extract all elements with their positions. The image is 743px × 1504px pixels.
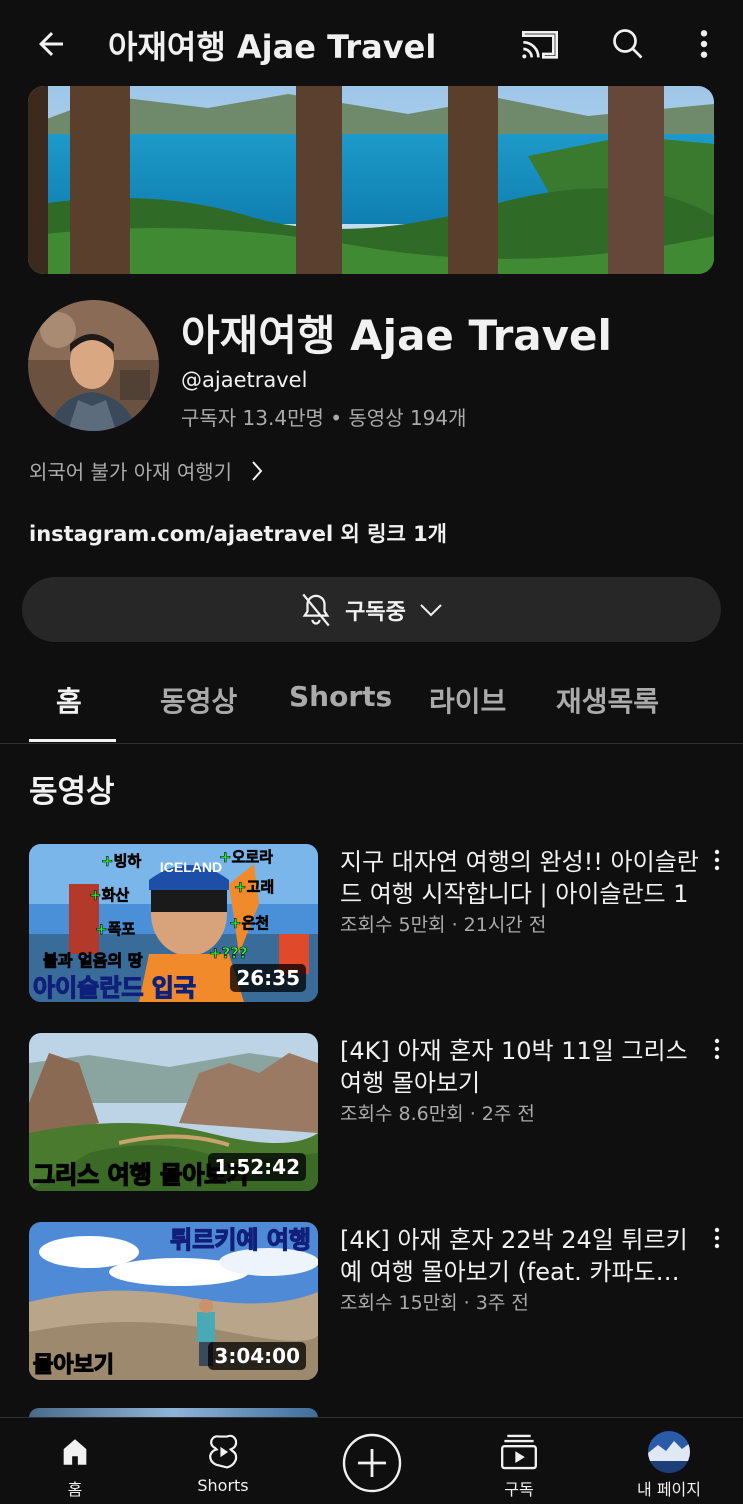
tab-shorts[interactable]: Shorts xyxy=(289,680,392,713)
svg-text:불과 얼음의 땅: 불과 얼음의 땅 xyxy=(43,951,143,970)
nav-you[interactable]: 내 페이지 xyxy=(614,1418,724,1504)
shorts-icon xyxy=(209,1434,238,1469)
video-thumbnail[interactable]: 튀르키예 여행 몰아보기 3:04:00 xyxy=(29,1222,318,1380)
video-duration: 26:35 xyxy=(230,964,306,992)
subscribed-button[interactable]: 구독중 xyxy=(22,577,721,642)
channel-banner xyxy=(28,86,714,274)
tab-videos[interactable]: 동영상 xyxy=(160,680,237,720)
video-meta: 조회수 8.6만회 · 2주 전 xyxy=(340,1103,535,1125)
banner-image xyxy=(28,86,714,274)
video-meta: 조회수 15만회 · 3주 전 xyxy=(340,1292,529,1314)
active-tab-indicator xyxy=(29,739,116,742)
section-title[interactable]: 동영상 xyxy=(29,766,115,811)
cast-icon xyxy=(522,31,558,59)
tab-home[interactable]: 홈 xyxy=(56,680,82,720)
svg-text:+빙하: +빙하 xyxy=(101,852,141,870)
svg-text:+고래: +고래 xyxy=(234,878,274,896)
bell-off-icon xyxy=(302,593,330,626)
video-more-button[interactable] xyxy=(705,848,729,880)
nav-home[interactable]: 홈 xyxy=(20,1418,130,1504)
video-more-button[interactable] xyxy=(705,1226,729,1258)
video-thumbnail[interactable]: ICELAND +빙하 +오로라 +화산 +고래 +폭포 +온천 +??? 불과… xyxy=(29,844,318,1002)
create-icon xyxy=(342,1433,402,1493)
video-item[interactable]: 튀르키예 여행 몰아보기 3:04:00 [4K] 아재 혼자 22박 24일 … xyxy=(29,1222,729,1380)
svg-text:+???: +??? xyxy=(209,944,248,962)
video-item[interactable]: 그리스 여행 몰아보기 1:52:42 [4K] 아재 혼자 10박 11일 그… xyxy=(29,1033,729,1191)
back-button[interactable] xyxy=(26,22,76,66)
video-duration: 3:04:00 xyxy=(208,1342,306,1370)
more-vert-icon xyxy=(714,1038,720,1060)
svg-text:아이슬란드 입국: 아이슬란드 입국 xyxy=(33,974,196,1002)
video-title[interactable]: [4K] 아재 혼자 22박 24일 튀르키예 여행 몰아보기 (feat. 카… xyxy=(340,1224,700,1288)
more-vert-icon xyxy=(714,849,720,871)
more-options-button[interactable] xyxy=(686,22,722,66)
video-more-button[interactable] xyxy=(705,1037,729,1069)
nav-subscriptions[interactable]: 구독 xyxy=(464,1418,574,1504)
channel-links[interactable]: instagram.com/ajaetravel 외 링크 1개 xyxy=(29,518,447,548)
subscriptions-icon xyxy=(501,1434,537,1470)
video-item[interactable]: ICELAND +빙하 +오로라 +화산 +고래 +폭포 +온천 +??? 불과… xyxy=(29,844,729,1002)
channel-handle: @ajaetravel xyxy=(181,368,308,392)
chevron-right-icon xyxy=(252,460,263,481)
video-thumbnail[interactable]: 그리스 여행 몰아보기 1:52:42 xyxy=(29,1033,318,1191)
svg-text:+온천: +온천 xyxy=(229,914,269,932)
bottom-navigation: 홈 Shorts 구독 내 페이지 xyxy=(0,1417,743,1504)
channel-avatar[interactable] xyxy=(28,300,159,431)
channel-stats: 구독자 13.4만명 • 동영상 194개 xyxy=(181,406,467,430)
video-title[interactable]: 지구 대자연 여행의 완성!! 아이슬란드 여행 시작합니다 | 아이슬란드 1 xyxy=(340,846,700,910)
nav-you-label: 내 페이지 xyxy=(637,1480,701,1499)
nav-shorts-label: Shorts xyxy=(197,1476,249,1495)
search-button[interactable] xyxy=(604,22,652,66)
channel-name: 아재여행 Ajae Travel xyxy=(181,311,612,360)
tab-playlists[interactable]: 재생목록 xyxy=(556,680,659,720)
more-vert-icon xyxy=(714,1227,720,1249)
arrow-left-icon xyxy=(39,32,63,56)
top-app-bar: 아재여행 Ajae Travel xyxy=(0,0,743,86)
subscribe-label: 구독중 xyxy=(345,599,406,625)
home-icon xyxy=(63,1439,87,1465)
nav-home-label: 홈 xyxy=(67,1480,83,1499)
svg-text:몰아보기: 몰아보기 xyxy=(33,1353,114,1378)
channel-description[interactable]: 외국어 불가 아재 여행기 xyxy=(29,456,264,485)
create-button[interactable] xyxy=(341,1432,403,1494)
svg-text:ICELAND: ICELAND xyxy=(160,859,222,875)
more-vert-icon xyxy=(700,30,708,58)
nav-shorts[interactable]: Shorts xyxy=(168,1418,278,1504)
svg-text:+오로라: +오로라 xyxy=(219,848,273,866)
page-title: 아재여행 Ajae Travel xyxy=(108,28,437,66)
search-icon xyxy=(613,29,643,59)
svg-text:+화산: +화산 xyxy=(89,886,129,904)
avatar xyxy=(648,1431,690,1473)
cast-button[interactable] xyxy=(514,22,566,66)
nav-subscriptions-label: 구독 xyxy=(504,1480,534,1499)
avatar-image xyxy=(28,300,159,431)
channel-description-text: 외국어 불가 아재 여행기 xyxy=(29,460,233,484)
tab-live[interactable]: 라이브 xyxy=(429,680,506,720)
svg-text:+폭포: +폭포 xyxy=(95,920,135,938)
video-title[interactable]: [4K] 아재 혼자 10박 11일 그리스 여행 몰아보기 xyxy=(340,1035,700,1099)
chevron-down-icon xyxy=(420,603,442,616)
video-meta: 조회수 5만회 · 21시간 전 xyxy=(340,914,547,936)
video-duration: 1:52:42 xyxy=(208,1153,306,1181)
channel-tabs: 홈 동영상 Shorts 라이브 재생목록 xyxy=(0,660,743,744)
svg-text:튀르키예 여행: 튀르키예 여행 xyxy=(170,1226,311,1254)
